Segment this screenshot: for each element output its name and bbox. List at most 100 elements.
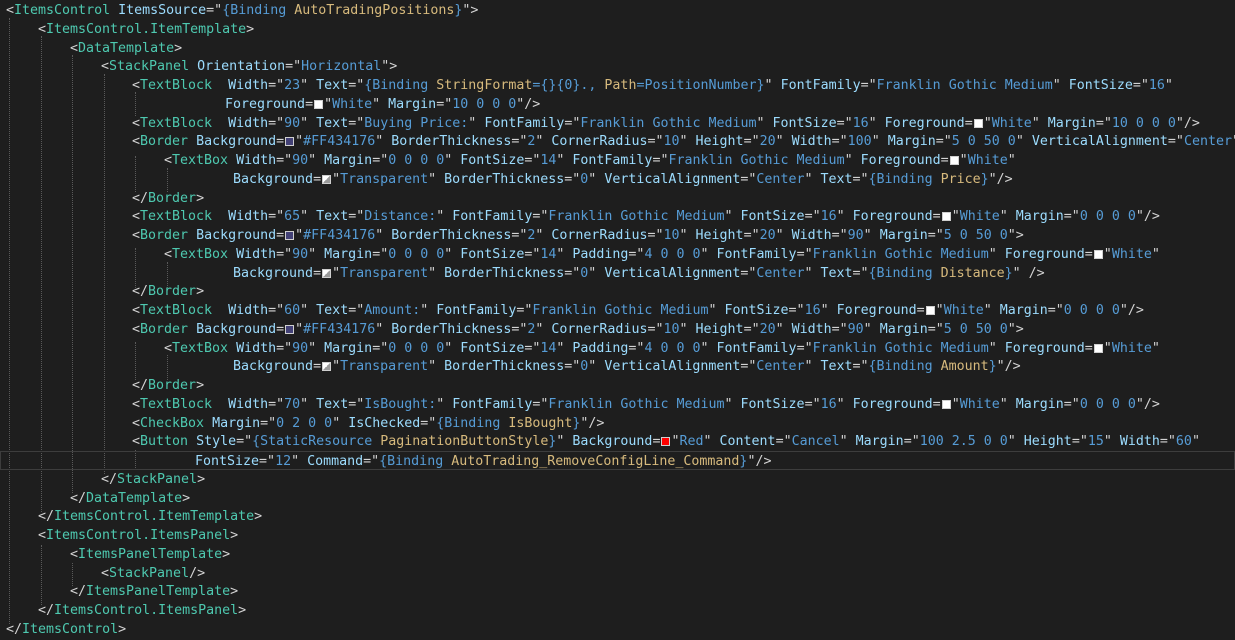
punctuation: < [132, 321, 141, 337]
indent-guide [135, 342, 136, 380]
element-name: TextBlock [140, 209, 213, 225]
element-name: ItemsControl.ItemsPanel [54, 603, 239, 618]
code-line[interactable]: <TextBlock Width="65" Text="Distance:" F… [132, 207, 1160, 226]
code-line[interactable]: <TextBlock Width="23" Text="{Binding Str… [132, 76, 1173, 95]
attribute-name: Width [791, 321, 832, 337]
punctuation: < [38, 21, 47, 37]
attribute-value: {Binding [436, 415, 509, 431]
attribute-value: Franklin Gothic Medium [548, 209, 725, 225]
code-line[interactable]: <TextBlock Width="90" Text="Buying Price… [132, 114, 1200, 133]
code-line[interactable]: </ItemsControl.ItemsPanel> [38, 601, 246, 620]
punctuation: =" [268, 78, 285, 93]
attribute-name: BorderThickness [444, 265, 565, 281]
attribute-value: IsBought: [364, 396, 437, 412]
punctuation [212, 303, 228, 318]
attribute-name: Margin [855, 434, 904, 450]
attribute-name: Width [228, 303, 269, 318]
attribute-name: Width [1119, 434, 1160, 450]
binding-path: AutoTrading_RemoveConfigLine_Command [451, 454, 740, 469]
code-line[interactable]: </ItemsPanelTemplate> [70, 582, 238, 601]
attribute-value: Amount: [364, 303, 421, 318]
punctuation: =" [348, 115, 365, 131]
color-swatch-icon [941, 212, 951, 222]
punctuation: " [300, 396, 317, 412]
attribute-value: 10 0 0 0 [1111, 115, 1176, 131]
code-line[interactable]: <ItemsControl ItemsSource="{Binding Auto… [6, 1, 478, 20]
punctuation: "> [381, 59, 398, 75]
attribute-name: Foreground [884, 115, 965, 131]
punctuation: " [1103, 246, 1112, 262]
punctuation: < [38, 528, 47, 543]
attribute-value: Franklin Gothic Medium [668, 153, 845, 168]
attribute-name: FontFamily [716, 246, 797, 262]
code-line[interactable]: <Border Background= "#FF434176" BorderThi… [132, 320, 1024, 339]
code-line[interactable]: <StackPanel Orientation="Horizontal"> [101, 57, 397, 76]
current-code-line[interactable]: FontSize="12" Command="{Binding AutoTrad… [0, 451, 1235, 470]
attribute-name: Text [820, 359, 853, 375]
code-line[interactable]: <ItemsPanelTemplate> [70, 545, 230, 564]
code-line[interactable]: <TextBox Width="90" Margin="0 0 0 0" Fon… [164, 339, 1160, 358]
indent-guide [135, 92, 136, 116]
punctuation: < [164, 340, 173, 356]
punctuation: = [932, 209, 941, 225]
code-line[interactable]: Background= "Transparent" BorderThickness… [233, 357, 1021, 376]
punctuation: =" [935, 134, 952, 150]
code-line[interactable]: <TextBox Width="90" Margin="0 0 0 0" Fon… [164, 151, 1016, 170]
code-line[interactable]: <TextBlock Width="70" Text="IsBought:" F… [132, 395, 1160, 414]
punctuation: =" [1063, 209, 1080, 225]
punctuation: =" [285, 59, 302, 75]
attribute-name: Height [695, 228, 744, 243]
code-line[interactable]: </ItemsControl.ItemTemplate> [38, 507, 262, 526]
code-line[interactable]: </ItemsControl> [6, 620, 126, 639]
punctuation: < [164, 246, 173, 262]
attribute-name: FontFamily [572, 153, 653, 168]
attribute-value: 14 [540, 340, 557, 356]
code-line[interactable]: </StackPanel> [101, 470, 205, 489]
element-name: TextBlock [140, 303, 213, 318]
punctuation [228, 247, 236, 262]
code-line[interactable]: </Border> [132, 189, 204, 208]
code-line[interactable]: Background= "Transparent" BorderThickness… [233, 264, 1045, 283]
attribute-name: FontSize [195, 454, 260, 469]
code-line[interactable]: </Border> [132, 376, 204, 395]
punctuation: " [804, 171, 821, 187]
code-line[interactable]: <StackPanel/> [101, 564, 205, 583]
code-line[interactable]: Background= "Transparent" BorderThickness… [233, 170, 1013, 189]
attribute-name: Background [572, 434, 653, 450]
attribute-value: } [1004, 265, 1013, 281]
attribute-value: White [943, 303, 984, 318]
attribute-value: Franklin Gothic Medium [532, 303, 709, 318]
punctuation: " [308, 340, 325, 356]
element-name: ItemsPanelTemplate [86, 584, 231, 600]
attribute-value: 60 [284, 303, 301, 318]
attribute-name: Margin [887, 134, 936, 150]
punctuation: " [1007, 153, 1016, 168]
punctuation: =" [511, 134, 528, 150]
indent-guide [41, 36, 42, 512]
punctuation: =" [852, 359, 869, 375]
attribute-name: FontSize [460, 153, 525, 168]
code-line[interactable]: <ItemsControl.ItemTemplate> [38, 20, 254, 39]
xaml-code-editor[interactable]: <ItemsControl ItemsSource="{Binding Auto… [0, 0, 1235, 640]
attribute-value: 16 [820, 209, 837, 225]
attribute-value: =PositionNumber} [636, 78, 765, 93]
attribute-name: Background [196, 321, 277, 337]
punctuation: =" [1063, 396, 1080, 412]
code-line[interactable]: <TextBox Width="90" Margin="0 0 0 0" Fon… [164, 245, 1160, 264]
attribute-name: Background [233, 171, 314, 187]
element-name: DataTemplate [86, 490, 183, 506]
code-line[interactable]: Foreground= "White" Margin="10 0 0 0"/> [225, 95, 540, 114]
code-line[interactable]: <Border Background= "#FF434176" BorderThi… [132, 226, 1024, 245]
code-line[interactable]: </Border> [132, 282, 204, 301]
attribute-name: FontFamily [452, 396, 533, 412]
code-line[interactable]: <Button Style="{StaticResource Paginatio… [132, 432, 1200, 451]
code-line[interactable]: <CheckBox Margin="0 2 0 0" IsChecked="{B… [132, 414, 604, 433]
code-line[interactable]: <ItemsControl.ItemsPanel> [38, 526, 238, 545]
attribute-value: 14 [540, 153, 557, 168]
punctuation: > [174, 40, 183, 56]
code-line[interactable]: </DataTemplate> [70, 489, 190, 508]
code-line[interactable]: <Border Background= "#FF434176" BorderThi… [132, 132, 1235, 151]
code-line[interactable]: <TextBlock Width="60" Text="Amount:" Fon… [132, 301, 1144, 320]
punctuation: " [839, 434, 856, 450]
code-line[interactable]: <DataTemplate> [70, 39, 182, 58]
